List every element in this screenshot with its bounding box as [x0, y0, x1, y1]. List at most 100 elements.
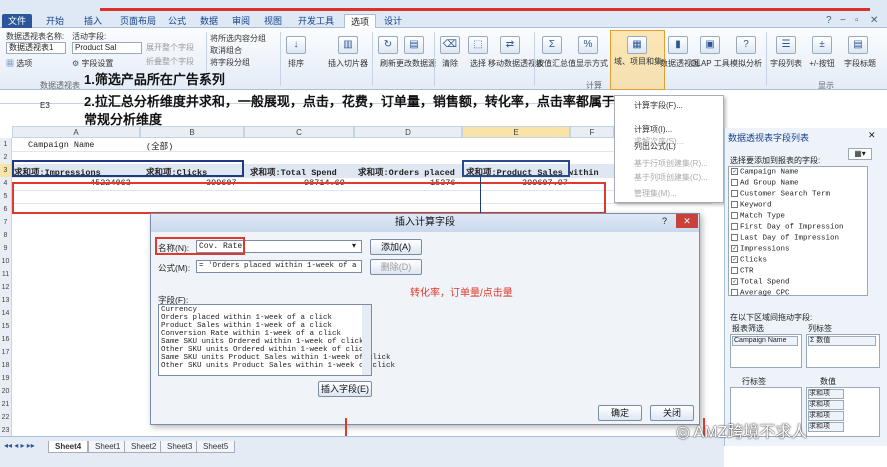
- checkbox-icon[interactable]: [731, 190, 738, 197]
- formula-input[interactable]: = 'Orders placed within 1-week of a clic…: [196, 260, 362, 273]
- field-item[interactable]: ✓ Clicks: [731, 256, 767, 264]
- field-item[interactable]: Ad Group Name: [731, 179, 799, 187]
- menu-item-list-formulas[interactable]: 列出公式(L): [634, 141, 676, 152]
- sheet-tab[interactable]: Sheet1: [88, 441, 128, 453]
- sheet-tab[interactable]: Sheet3: [160, 441, 200, 453]
- list-item[interactable]: Orders placed within 1-week of a click: [161, 314, 332, 322]
- row-header[interactable]: 13: [0, 294, 12, 307]
- checkbox-icon[interactable]: [731, 223, 738, 230]
- row-header[interactable]: 8: [0, 229, 12, 242]
- sum-by-icon[interactable]: Σ: [542, 36, 562, 54]
- list-item[interactable]: Conversion Rate within 1-week of a click: [161, 330, 341, 338]
- column-header[interactable]: E: [462, 126, 570, 138]
- change-source-icon[interactable]: ▤: [404, 36, 424, 54]
- cell-b1[interactable]: (全部): [146, 140, 173, 152]
- list-item[interactable]: Currency: [161, 306, 197, 314]
- row-header[interactable]: 3: [0, 164, 12, 177]
- insert-slicer-icon[interactable]: ▥: [338, 36, 358, 54]
- filter-field-chip[interactable]: Campaign Name: [732, 336, 798, 346]
- checkbox-icon[interactable]: [731, 179, 738, 186]
- column-header[interactable]: D: [354, 126, 462, 138]
- row-header[interactable]: 4: [0, 177, 12, 190]
- sheet-nav-icon[interactable]: ◂◂ ◂ ▸ ▸▸: [4, 441, 35, 450]
- cell-a1[interactable]: Campaign Name: [28, 140, 94, 150]
- list-item[interactable]: Product Sales within 1-week of a click: [161, 322, 332, 330]
- olap-icon[interactable]: ▣: [700, 36, 720, 54]
- tab-formulas[interactable]: 公式: [162, 14, 192, 28]
- add-button[interactable]: 添加(A): [370, 239, 422, 255]
- layout-dropdown-icon[interactable]: ▦▾: [848, 148, 872, 160]
- fields-items-icon[interactable]: ▦: [627, 36, 647, 54]
- row-header[interactable]: 6: [0, 203, 12, 216]
- cell-header-orders[interactable]: 求和项:Orders placed: [358, 166, 455, 178]
- field-item[interactable]: Customer Search Term: [731, 190, 830, 198]
- tab-file[interactable]: 文件: [2, 14, 33, 28]
- menu-item-calculated-item[interactable]: 计算项(I)...: [634, 124, 672, 135]
- checkbox-icon[interactable]: [731, 267, 738, 274]
- field-item[interactable]: Keyword: [731, 201, 772, 209]
- cell-header-total-spend[interactable]: 求和项:Total Spend: [250, 166, 337, 178]
- field-list-icon[interactable]: ☰: [776, 36, 796, 54]
- tab-review[interactable]: 审阅: [226, 14, 256, 28]
- checkbox-icon[interactable]: [731, 234, 738, 241]
- group-selection-button[interactable]: 将所选内容分组: [210, 33, 266, 44]
- row-header[interactable]: 21: [0, 398, 12, 411]
- row-header[interactable]: 17: [0, 346, 12, 359]
- row-header[interactable]: 19: [0, 372, 12, 385]
- expand-field-button[interactable]: 展开整个字段: [146, 42, 194, 53]
- checkbox-icon[interactable]: ✓: [731, 168, 738, 175]
- menu-item-manage-sets[interactable]: 管理集(M)...: [634, 188, 677, 199]
- checkbox-icon[interactable]: ✓: [731, 256, 738, 263]
- options-button[interactable]: ▦ 选项: [6, 58, 32, 69]
- field-item[interactable]: Last Day of Impression: [731, 234, 839, 242]
- pivot-chart-icon[interactable]: ▮: [668, 36, 688, 54]
- active-field-input[interactable]: Product Sal: [72, 42, 142, 54]
- tab-view[interactable]: 视图: [258, 14, 288, 28]
- checkbox-icon[interactable]: [731, 201, 738, 208]
- collapse-field-button[interactable]: 折叠整个字段: [146, 56, 194, 67]
- checkbox-icon[interactable]: [731, 212, 738, 219]
- list-item[interactable]: Same SKU units Ordered within 1-week of …: [161, 338, 364, 346]
- refresh-icon[interactable]: ↻: [378, 36, 398, 54]
- dialog-close-icon[interactable]: ✕: [676, 214, 698, 228]
- close-icon[interactable]: ✕: [870, 15, 878, 26]
- listbox-scrollbar[interactable]: [362, 305, 371, 375]
- move-pivot-icon[interactable]: ⇄: [500, 36, 520, 54]
- row-header[interactable]: 10: [0, 255, 12, 268]
- sheet-tab[interactable]: Sheet5: [196, 441, 236, 453]
- row-header[interactable]: 5: [0, 190, 12, 203]
- tab-insert[interactable]: 插入: [78, 14, 108, 28]
- group-field-button[interactable]: 将字段分组: [210, 57, 250, 68]
- column-field-chip[interactable]: Σ 数值: [808, 336, 876, 346]
- panel-close-icon[interactable]: ✕: [868, 130, 876, 141]
- ok-button[interactable]: 确定: [598, 405, 642, 421]
- row-header[interactable]: 15: [0, 320, 12, 333]
- show-values-icon[interactable]: %: [578, 36, 598, 54]
- dialog-help-icon[interactable]: ?: [662, 216, 667, 226]
- value-field-chip[interactable]: 求和项: [808, 400, 844, 410]
- menu-item-create-set-cols[interactable]: 基于列项创建集(C)...: [634, 172, 708, 183]
- field-item[interactable]: First Day of Impression: [731, 223, 844, 231]
- row-header[interactable]: 20: [0, 385, 12, 398]
- what-if-icon[interactable]: ?: [736, 36, 756, 54]
- insert-field-button[interactable]: 插入字段(E): [318, 381, 372, 397]
- tab-options[interactable]: 选项: [344, 14, 377, 28]
- ungroup-button[interactable]: 取消组合: [210, 45, 242, 56]
- row-header[interactable]: 18: [0, 359, 12, 372]
- delete-button[interactable]: 删除(D): [370, 259, 422, 275]
- column-header[interactable]: B: [140, 126, 244, 138]
- tab-developer[interactable]: 开发工具: [292, 14, 340, 28]
- list-item[interactable]: Same SKU units Product Sales within 1-we…: [161, 354, 391, 362]
- menu-item-calculated-field[interactable]: 计算字段(F)...: [634, 100, 683, 111]
- row-header[interactable]: 7: [0, 216, 12, 229]
- checkbox-icon[interactable]: ✓: [731, 278, 738, 285]
- restore-icon[interactable]: ▫: [855, 15, 859, 26]
- tab-design[interactable]: 设计: [378, 14, 408, 28]
- clear-icon[interactable]: ⌫: [440, 36, 460, 54]
- field-item[interactable]: Match Type: [731, 212, 785, 220]
- sheet-tab[interactable]: Sheet2: [124, 441, 164, 453]
- select-icon[interactable]: ⬚: [468, 36, 488, 54]
- sheet-tab[interactable]: Sheet4: [48, 441, 89, 453]
- value-field-chip[interactable]: 求和项: [808, 389, 844, 399]
- help-icon[interactable]: ?: [826, 15, 832, 26]
